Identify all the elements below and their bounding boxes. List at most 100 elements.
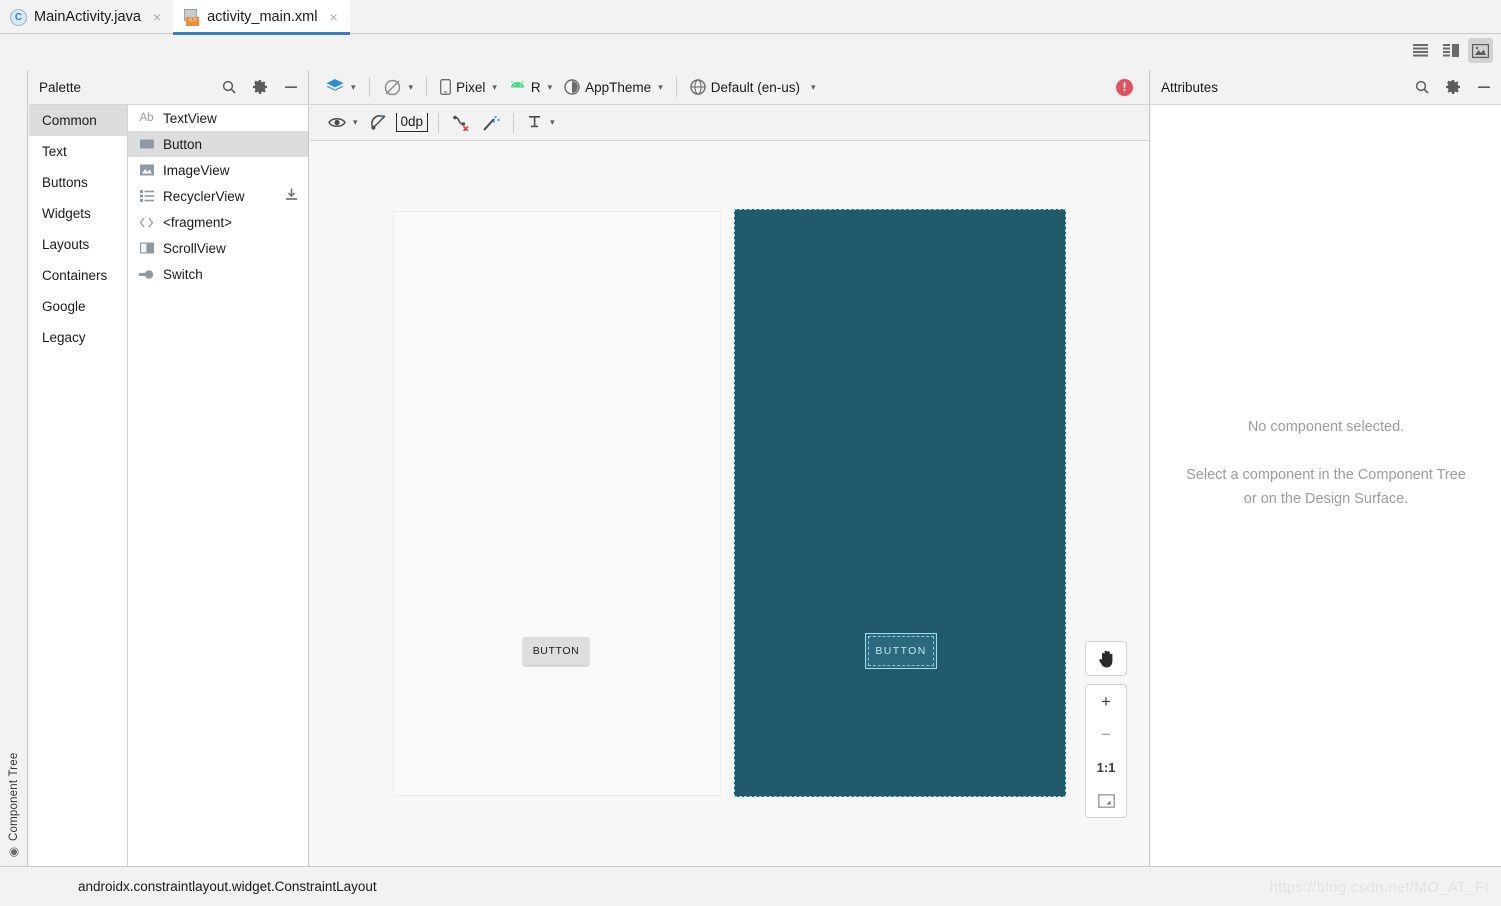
device-selector[interactable]: Pixel ▾ (434, 74, 503, 100)
palette-item-switch[interactable]: Switch (128, 261, 308, 287)
clear-constraints-button[interactable] (446, 110, 476, 136)
autoconnect-toggle[interactable] (364, 110, 393, 136)
zoom-to-fit-button[interactable] (1086, 784, 1126, 817)
layers-icon (326, 79, 344, 91)
android-icon (510, 81, 525, 88)
view-mode-switcher (1408, 38, 1493, 63)
infer-constraints-button[interactable] (476, 110, 506, 136)
category-label: Layouts (42, 237, 90, 252)
palette-item-label: ScrollView (163, 240, 226, 256)
palette-item-label: Button (163, 136, 203, 152)
category-label: Buttons (42, 175, 88, 190)
palette-item-textview[interactable]: Ab TextView (128, 105, 308, 131)
chevron-down-icon: ▾ (492, 81, 497, 92)
design-canvas[interactable]: BUTTON BUTTON + − 1:1 (310, 141, 1149, 866)
palette-panel: Palette Common Text Buttons Widgets Layo… (29, 70, 309, 866)
palette-title: Palette (39, 79, 82, 95)
rail-tab-component-tree[interactable]: ◉ Component Tree (0, 716, 28, 866)
design-view-button[interactable] (1468, 38, 1493, 63)
locale-selector[interactable]: Default (en-us) ▾ (684, 74, 822, 100)
preview-button-design[interactable]: BUTTON (523, 637, 589, 665)
split-view-icon (1442, 44, 1459, 57)
category-label: Legacy (42, 330, 86, 345)
preview-button-blueprint[interactable]: BUTTON (865, 633, 937, 669)
fit-icon (1097, 793, 1115, 808)
fragment-icon (138, 215, 155, 230)
palette-category-containers[interactable]: Containers (29, 260, 127, 291)
minimize-icon[interactable] (1475, 78, 1493, 96)
gear-icon[interactable] (1444, 78, 1462, 96)
align-button[interactable]: ▾ (521, 110, 561, 136)
button-icon (138, 137, 155, 152)
editor-tab-mainactivity-java[interactable]: C MainActivity.java × (0, 0, 173, 34)
chevron-down-icon: ▾ (353, 117, 358, 127)
zoom-in-button[interactable]: + (1086, 685, 1126, 718)
toolbar-separator (426, 77, 428, 97)
download-icon[interactable] (285, 188, 298, 204)
status-component-path[interactable]: androidx.constraintlayout.widget.Constra… (78, 879, 377, 894)
chevron-down-icon: ▾ (351, 81, 356, 92)
constraint-toolbar: ▾ 0dp ▾ (310, 105, 1149, 141)
toolbar-separator (513, 112, 515, 133)
palette-item-label: Switch (163, 266, 203, 282)
palette-item-scrollview[interactable]: ScrollView (128, 235, 308, 261)
search-icon[interactable] (220, 78, 238, 96)
close-icon[interactable]: × (153, 10, 161, 24)
locale-label: Default (en-us) (710, 79, 801, 95)
palette-item-button[interactable]: Button (128, 131, 308, 157)
palette-category-text[interactable]: Text (29, 136, 127, 167)
chevron-down-icon: ▾ (550, 117, 555, 127)
code-view-button[interactable] (1408, 38, 1433, 63)
palette-category-buttons[interactable]: Buttons (29, 167, 127, 198)
palette-category-google[interactable]: Google (29, 291, 127, 322)
theme-selector[interactable]: AppTheme ▾ (558, 74, 669, 100)
design-preview[interactable]: BUTTON (393, 211, 721, 796)
toolbar-separator (675, 77, 677, 97)
left-tool-rail: ☷ Palette ◉ Component Tree (0, 70, 309, 866)
recyclerview-icon (138, 189, 155, 204)
palette-item-label: RecyclerView (163, 188, 245, 204)
blueprint-preview[interactable]: BUTTON (734, 209, 1066, 797)
editor-tab-activity-main-xml[interactable]: <> activity_main.xml × (173, 0, 350, 35)
zoom-actual-size-button[interactable]: 1:1 (1086, 751, 1126, 784)
orientation-icon (384, 79, 400, 95)
palette-category-common[interactable]: Common (29, 105, 127, 136)
category-label: Google (42, 299, 86, 314)
minimize-icon[interactable] (282, 78, 300, 96)
autoconnect-off-icon (370, 115, 386, 130)
palette-item-fragment[interactable]: <fragment> (128, 209, 308, 235)
eye-icon (328, 118, 346, 127)
orientation-button[interactable]: ▾ (377, 74, 420, 100)
palette-header: Palette (29, 70, 308, 105)
view-options-button[interactable]: ▾ (322, 110, 364, 136)
close-icon[interactable]: × (329, 10, 337, 24)
java-class-icon: C (10, 8, 27, 26)
palette-item-imageview[interactable]: ImageView (128, 157, 308, 183)
api-selector[interactable]: R ▾ (503, 74, 558, 100)
palette-category-list: Common Text Buttons Widgets Layouts Cont… (29, 105, 128, 866)
category-label: Text (42, 144, 67, 159)
split-view-button[interactable] (1438, 38, 1463, 63)
palette-item-list: Ab TextView Button ImageView RecyclerVie… (128, 105, 308, 866)
search-icon[interactable] (1413, 78, 1431, 96)
palette-category-layouts[interactable]: Layouts (29, 229, 127, 260)
editor-tab-label: activity_main.xml (207, 9, 318, 25)
gear-icon[interactable] (251, 78, 269, 96)
hand-icon (1098, 650, 1112, 667)
design-surface-mode-button[interactable]: ▾ (320, 74, 362, 100)
palette-item-recyclerview[interactable]: RecyclerView (128, 183, 308, 209)
phone-icon (440, 79, 452, 95)
pan-tool-button[interactable] (1086, 642, 1126, 675)
palette-category-legacy[interactable]: Legacy (29, 322, 127, 353)
textview-icon: Ab (139, 112, 154, 124)
palette-item-label: ImageView (163, 162, 230, 178)
chevron-down-icon: ▾ (658, 81, 663, 92)
chevron-down-icon: ▾ (547, 81, 553, 92)
zoom-out-button[interactable]: − (1086, 718, 1126, 751)
issue-notification-button[interactable]: ! (1110, 74, 1139, 100)
default-margin-value[interactable]: 0dp (395, 113, 429, 132)
clear-constraints-icon (453, 115, 469, 131)
status-bar: androidx.constraintlayout.widget.Constra… (0, 866, 1501, 906)
palette-category-widgets[interactable]: Widgets (29, 198, 127, 229)
attributes-empty-state: No component selected. Select a componen… (1151, 415, 1501, 511)
